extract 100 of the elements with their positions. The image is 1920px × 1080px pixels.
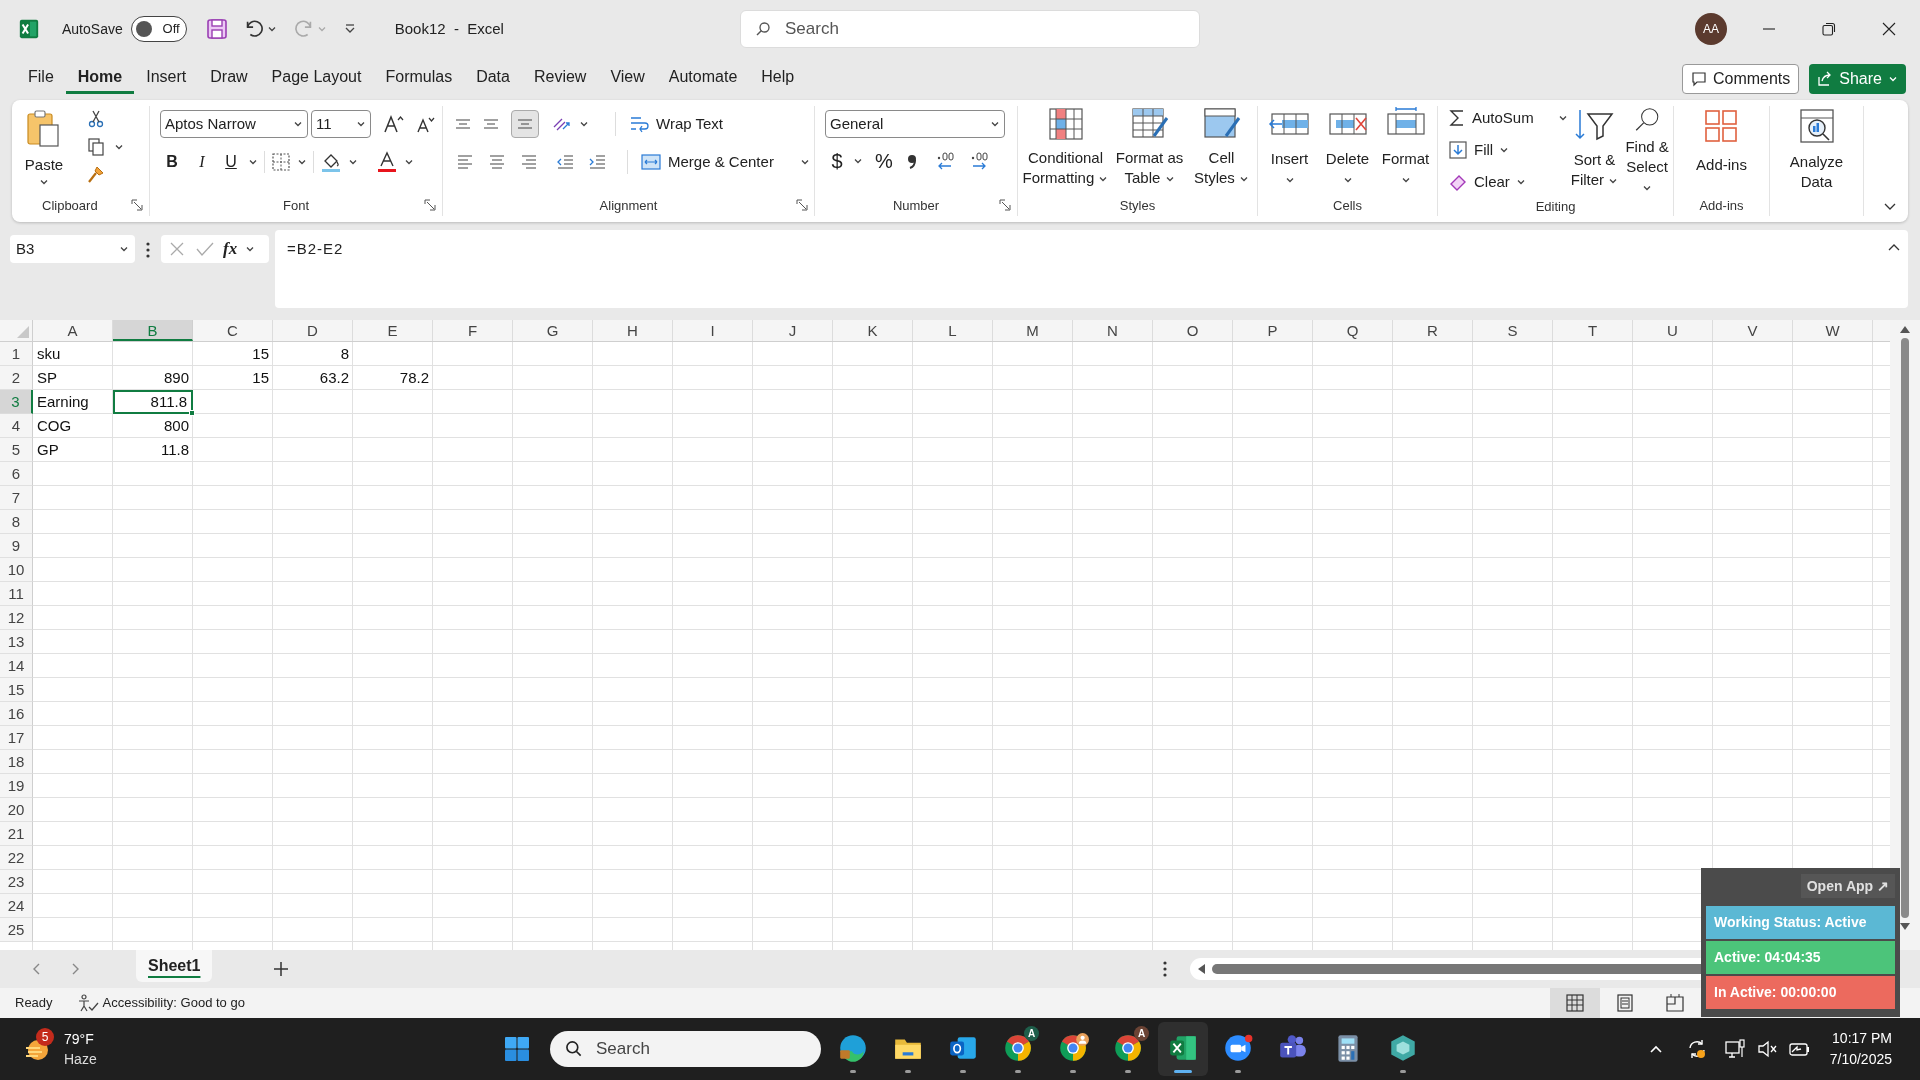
- autosum-button[interactable]: AutoSum: [1448, 106, 1568, 130]
- row-header[interactable]: 7: [0, 486, 33, 510]
- table-cell[interactable]: 800: [113, 414, 193, 438]
- increase-indent-icon[interactable]: [587, 152, 607, 172]
- row-header[interactable]: 5: [0, 438, 33, 462]
- wrap-text-button[interactable]: Wrap Text: [628, 112, 723, 136]
- caret-icon[interactable]: [245, 244, 256, 254]
- caret-icon[interactable]: [348, 157, 358, 167]
- muted-speaker-icon[interactable]: [1755, 1038, 1778, 1060]
- column-header[interactable]: K: [833, 320, 913, 341]
- autosave-toggle[interactable]: Off: [130, 16, 187, 42]
- menu-tab[interactable]: Page Layout: [259, 64, 374, 94]
- merge-center-button[interactable]: Merge & Center: [640, 150, 810, 174]
- row-header[interactable]: 25: [0, 918, 33, 942]
- table-cell[interactable]: sku: [33, 342, 113, 366]
- column-header[interactable]: P: [1233, 320, 1313, 341]
- fill-button[interactable]: Fill: [1448, 138, 1568, 162]
- scissors-icon[interactable]: [86, 109, 106, 129]
- underline-button[interactable]: U: [220, 150, 242, 174]
- row-header[interactable]: 6: [0, 462, 33, 486]
- avatar[interactable]: AA: [1695, 13, 1727, 45]
- align-left-icon[interactable]: [455, 152, 475, 172]
- decrease-indent-icon[interactable]: [555, 152, 575, 172]
- scroll-down-icon[interactable]: [1899, 922, 1911, 932]
- column-header[interactable]: H: [593, 320, 673, 341]
- table-cell[interactable]: 78.2: [353, 366, 433, 390]
- format-painter-icon[interactable]: [86, 165, 106, 185]
- percent-button[interactable]: %: [875, 146, 893, 176]
- column-header[interactable]: W: [1793, 320, 1873, 341]
- font-name-dropdown[interactable]: Aptos Narrow: [160, 110, 308, 138]
- horizontal-scrollbar[interactable]: [1190, 958, 1701, 980]
- row-header[interactable]: 14: [0, 654, 33, 678]
- column-header[interactable]: L: [913, 320, 993, 341]
- table-cell[interactable]: SP: [33, 366, 113, 390]
- menu-tab[interactable]: Help: [749, 64, 807, 94]
- align-middle-icon[interactable]: [483, 118, 499, 130]
- menu-tab[interactable]: Review: [521, 64, 599, 94]
- accessibility-status[interactable]: Accessibility: Good to go: [102, 993, 245, 1013]
- table-cell[interactable]: COG: [33, 414, 113, 438]
- row-header[interactable]: 24: [0, 894, 33, 918]
- search-field[interactable]: Search: [740, 10, 1200, 48]
- column-header[interactable]: T: [1553, 320, 1633, 341]
- scroll-up-icon[interactable]: [1899, 324, 1911, 334]
- italic-button[interactable]: I: [190, 150, 214, 174]
- row-header[interactable]: 8: [0, 510, 33, 534]
- share-button[interactable]: Share: [1809, 64, 1906, 94]
- font-size-dropdown[interactable]: 11: [311, 110, 371, 138]
- analyze-data-button[interactable]: Analyze Data: [1784, 106, 1849, 197]
- weather-temperature[interactable]: 79°F: [64, 1029, 97, 1049]
- caret-icon[interactable]: [297, 157, 307, 167]
- column-header[interactable]: E: [353, 320, 433, 341]
- table-cell[interactable]: 63.2: [273, 366, 353, 390]
- vertical-scrollbar[interactable]: [1890, 320, 1920, 950]
- column-header[interactable]: N: [1073, 320, 1153, 341]
- column-header[interactable]: G: [513, 320, 593, 341]
- column-header[interactable]: Q: [1313, 320, 1393, 341]
- column-header[interactable]: J: [753, 320, 833, 341]
- conditional-formatting-button[interactable]: Conditional Formatting: [1021, 106, 1110, 195]
- caret-icon[interactable]: [248, 157, 258, 167]
- taskbar-app[interactable]: A: [1103, 1022, 1153, 1076]
- row-header[interactable]: 3: [0, 390, 33, 414]
- menu-tab[interactable]: Insert: [134, 64, 199, 94]
- find-select-button[interactable]: Find & Select: [1621, 106, 1673, 197]
- column-header[interactable]: D: [273, 320, 353, 341]
- insert-function-button[interactable]: fx: [223, 236, 238, 262]
- row-header[interactable]: 20: [0, 798, 33, 822]
- more-icon[interactable]: [145, 241, 151, 259]
- table-cell[interactable]: Earning: [33, 390, 113, 414]
- column-header[interactable]: M: [993, 320, 1073, 341]
- sheet-tab[interactable]: Sheet1: [136, 950, 213, 982]
- font-color-icon[interactable]: [376, 151, 398, 173]
- row-header[interactable]: 13: [0, 630, 33, 654]
- caret-icon[interactable]: [853, 156, 863, 166]
- scroll-thumb[interactable]: [1212, 964, 1701, 974]
- row-header[interactable]: 19: [0, 774, 33, 798]
- row-header[interactable]: 4: [0, 414, 33, 438]
- table-cell[interactable]: 811.8: [113, 390, 193, 414]
- column-header[interactable]: C: [193, 320, 273, 341]
- number-format-dropdown[interactable]: General: [825, 110, 1005, 138]
- column-header[interactable]: S: [1473, 320, 1553, 341]
- delete-button[interactable]: Delete: [1319, 106, 1376, 195]
- taskbar-app[interactable]: A: [993, 1022, 1043, 1076]
- copy-icon[interactable]: [86, 137, 106, 157]
- restore-icon[interactable]: [1822, 22, 1836, 36]
- menu-tab[interactable]: Formulas: [373, 64, 465, 94]
- currency-button[interactable]: $: [829, 146, 845, 176]
- clear-button[interactable]: Clear: [1448, 170, 1568, 194]
- clock-date[interactable]: 7/10/2025: [1829, 1049, 1892, 1070]
- menu-tab[interactable]: File: [16, 64, 66, 94]
- insert-button[interactable]: Insert: [1261, 106, 1318, 195]
- column-header[interactable]: U: [1633, 320, 1713, 341]
- menu-tab[interactable]: Home: [65, 64, 135, 94]
- table-cell[interactable]: 11.8: [113, 438, 193, 462]
- row-header[interactable]: 2: [0, 366, 33, 390]
- clock-time[interactable]: 10:17 PM: [1832, 1028, 1892, 1049]
- row-header[interactable]: 11: [0, 582, 33, 606]
- dialog-launcher-icon[interactable]: [424, 199, 436, 212]
- row-header[interactable]: 1: [0, 342, 33, 366]
- name-box[interactable]: B3: [10, 235, 135, 263]
- row-header[interactable]: 15: [0, 678, 33, 702]
